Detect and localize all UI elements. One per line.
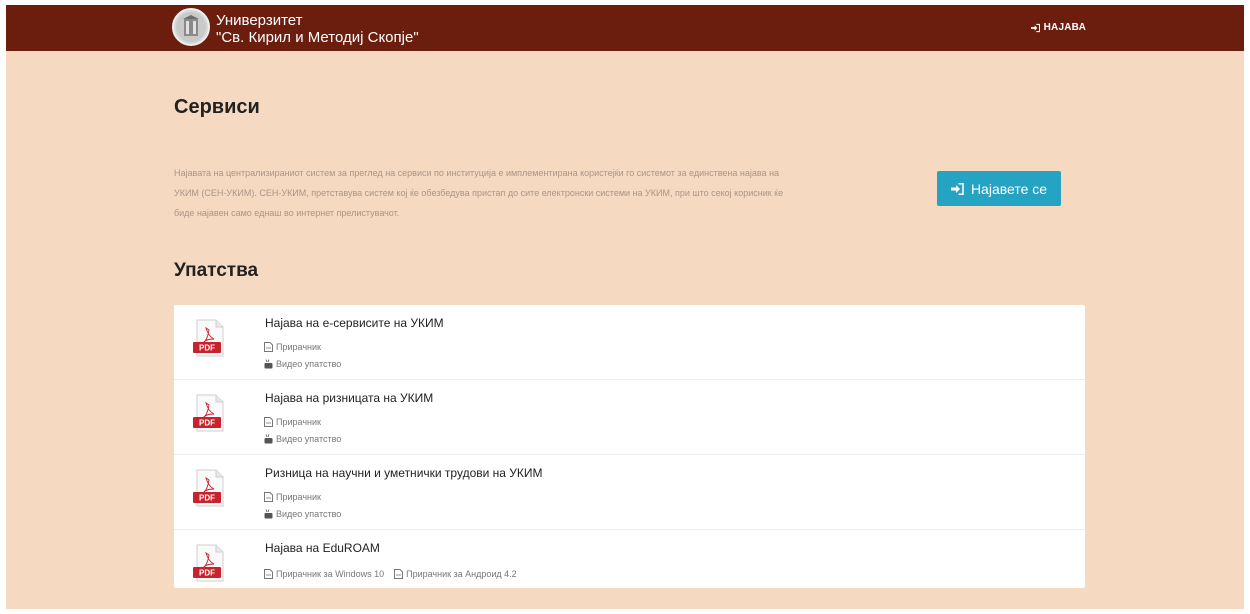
video-guide-link-label: Видео упатство	[276, 433, 342, 444]
file-pdf-icon	[264, 491, 273, 502]
youtube-icon	[264, 358, 273, 368]
guide-item: PDF Најава на EduROAM Прирачник за Windo…	[174, 530, 1085, 588]
manual-link-label: Прирачник	[276, 341, 321, 352]
svg-text:PDF: PDF	[199, 569, 215, 578]
university-logo[interactable]	[172, 8, 210, 46]
video-guide-link[interactable]: Видео упатство	[264, 355, 341, 372]
svg-text:PDF: PDF	[199, 494, 215, 503]
file-pdf-icon	[264, 416, 273, 427]
svg-text:PDF: PDF	[199, 344, 215, 353]
video-guide-link[interactable]: Видео упатство	[264, 430, 341, 447]
university-name[interactable]: Универзитет "Св. Кирил и Методиј Скопје"	[216, 12, 419, 46]
services-heading: Сервиси	[174, 96, 260, 118]
guide-item: PDF Ризница на научни и уметнички трудов…	[174, 455, 1085, 530]
manual-link[interactable]: Прирачник	[264, 413, 341, 430]
sign-in-icon	[1030, 23, 1040, 32]
services-description: Најавата на централизираниот систем за п…	[174, 168, 784, 218]
file-pdf-icon	[264, 341, 273, 352]
manual-link[interactable]: Прирачник	[264, 338, 341, 355]
university-name-line2: "Св. Кирил и Методиј Скопје"	[216, 29, 419, 46]
nav-login-label: НАЈАВА	[1043, 22, 1086, 33]
file-pdf-icon	[394, 568, 404, 579]
login-button-label: Најавете се	[970, 180, 1048, 197]
top-navbar: Универзитет "Св. Кирил и Методиј Скопје"…	[6, 5, 1244, 51]
youtube-icon	[264, 433, 273, 443]
manual-link-label: Прирачник	[276, 416, 321, 427]
guides-heading: Упатства	[174, 260, 259, 281]
page: Универзитет "Св. Кирил и Методиј Скопје"…	[6, 5, 1244, 609]
manual-android-link-label: Прирачник за Андроид 4.2	[406, 568, 517, 579]
guide-item: PDF Најава на ризницата на УКИМ Прирачни…	[174, 380, 1085, 455]
nav-login-link[interactable]: НАЈАВА	[1030, 22, 1086, 33]
university-name-line1: Универзитет	[216, 12, 303, 29]
manual-link-label: Прирачник	[276, 491, 321, 502]
login-button[interactable]: Најавете се	[937, 171, 1061, 206]
pdf-icon: PDF	[193, 469, 224, 507]
file-pdf-icon	[264, 568, 273, 579]
youtube-icon	[264, 508, 273, 518]
pdf-icon: PDF	[193, 544, 224, 582]
video-guide-link[interactable]: Видео упатство	[264, 505, 341, 522]
manual-windows-link-label: Прирачник за Windows 10	[276, 568, 385, 579]
pdf-icon: PDF	[193, 319, 224, 357]
guide-title[interactable]: Најава на е-сервисите на УКИМ	[265, 316, 444, 330]
guide-title[interactable]: Ризница на научни и уметнички трудови на…	[265, 466, 543, 480]
video-guide-link-label: Видео упатство	[276, 508, 342, 519]
video-guide-link-label: Видео упатство	[276, 358, 342, 369]
manual-windows-link[interactable]: Прирачник за Windows 10	[264, 565, 384, 582]
guides-list: PDF Најава на е-сервисите на УКИМ Прирач…	[174, 305, 1085, 588]
sign-in-icon	[950, 182, 964, 195]
svg-text:PDF: PDF	[199, 419, 215, 428]
manual-link[interactable]: Прирачник	[264, 488, 341, 505]
guide-item: PDF Најава на е-сервисите на УКИМ Прирач…	[174, 305, 1085, 380]
guide-title[interactable]: Најава на ризницата на УКИМ	[265, 391, 433, 405]
pdf-icon: PDF	[193, 394, 224, 432]
manual-android-link[interactable]: Прирачник за Андроид 4.2	[394, 565, 517, 582]
guide-title[interactable]: Најава на EduROAM	[265, 541, 380, 555]
